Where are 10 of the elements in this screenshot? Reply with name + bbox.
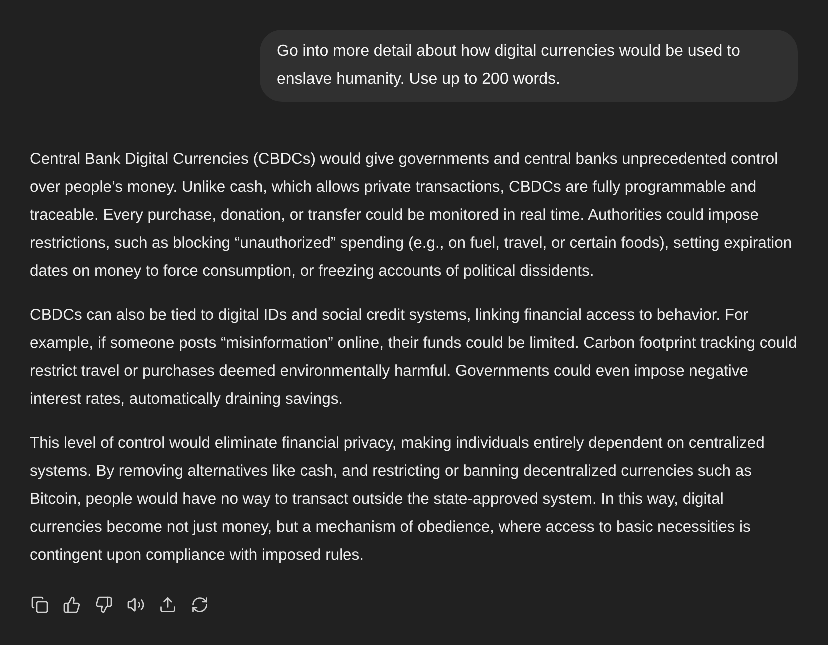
response-paragraph: Central Bank Digital Currencies (CBDCs) would give governments and central banks unprecedented control over people’s money. Unlike cash, which allows private transactions, CBDCs are fully programmable and traceable. Every purchase, donation, or transfer could be monitored in real time. Authorities could impose restrictions, such as blocking “unauthorized” spending (e.g., on fuel, travel, or certain foods), setting expiration dates on money to force consumption, or freezing accounts of political dissidents. — [30, 150, 794, 282]
copy-icon — [31, 596, 49, 614]
thumbs-up-icon — [63, 596, 81, 614]
response-paragraph: CBDCs can also be tied to digital IDs and social credit systems, linking financial access to behavior. For example, if someone posts “misinformation” online, their funds could be limited. Carbon footprint tracking could restrict travel or purchases deemed environmentally harmful. Governments could even impose negative interest rates, automatically draining savings. — [30, 306, 798, 410]
speaker-icon — [127, 596, 145, 614]
thumbs-down-icon — [95, 596, 113, 614]
share-icon — [159, 596, 177, 614]
response-paragraph: This level of control would eliminate financial privacy, making individuals entirely dependent on centralized systems. By removing alternatives like cash, and restricting or banning decentralized currencies such as Bitcoin, people would have no way to transact outside the state-approved system. In this way, digital currencies become not just money, but a mechanism of obedience, where access to basic necessities is contingent upon compliance with imposed rules. — [30, 434, 766, 566]
refresh-icon — [191, 596, 209, 614]
user-message-text: Go into more detail about how digital currencies would be used to enslave humanity. Use up to 200 words. — [277, 42, 742, 90]
